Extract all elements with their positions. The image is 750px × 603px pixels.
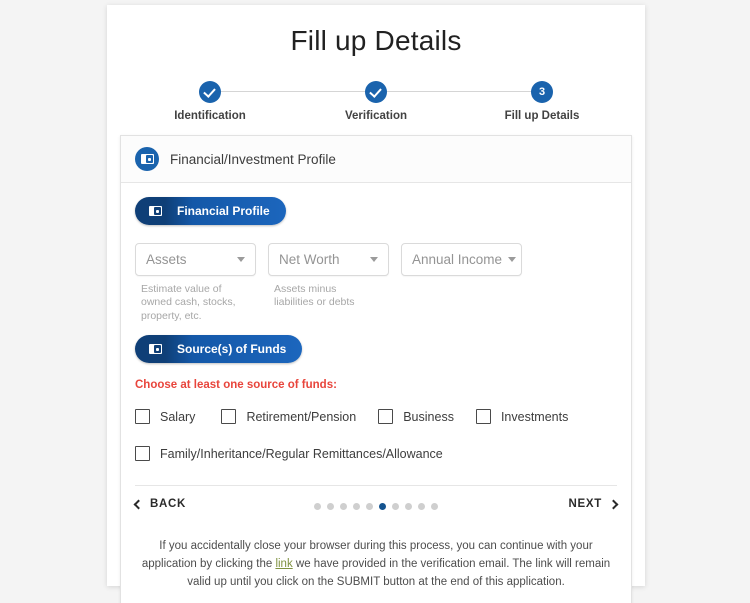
assets-help-text: Estimate value of owned cash, stocks, pr… [141,283,236,322]
financial-profile-badge-label: Financial Profile [177,204,270,218]
pagination-dot[interactable] [431,503,438,511]
chevron-right-icon [608,499,619,510]
pagination-dot[interactable] [392,503,399,511]
disclaimer-text: If you accidentally close your browser d… [135,538,617,591]
sources-of-funds-badge-label: Source(s) of Funds [177,342,287,357]
next-button[interactable]: NEXT [568,498,619,511]
next-button-label: NEXT [568,498,602,511]
wallet-icon [141,197,169,225]
checkbox-label-investments: Investments [500,409,569,424]
financial-investment-panel: Financial/Investment Profile Financial P… [120,135,632,603]
assets-select[interactable]: Assets [135,243,256,276]
stepper-step-verification[interactable]: Verification [321,77,431,122]
check-icon [365,81,387,103]
net-worth-select[interactable]: Net Worth [268,243,389,276]
pagination-dot[interactable] [405,503,412,511]
net-worth-select-value: Net Worth [279,252,340,267]
back-button-label: BACK [150,498,187,511]
stepper-label-identification: Identification [174,110,246,122]
panel-navigation: BACK NEXT [133,485,619,514]
check-icon [199,81,221,103]
checkbox-label-family-inheritance: Family/Inheritance/Regular Remittances/A… [160,446,443,461]
checkbox-item-salary[interactable]: Salary [135,409,196,425]
sources-of-funds-badge: Source(s) of Funds [135,335,303,364]
stepper-step-identification[interactable]: Identification [155,77,265,122]
annual-income-field-group: Annual Income [401,243,522,323]
panel-body: Financial Profile Assets Estimate value … [121,183,631,526]
verification-email-link[interactable]: link [275,558,292,570]
checkbox-item-family-inheritance[interactable]: Family/Inheritance/Regular Remittances/A… [135,446,443,462]
checkbox-business[interactable] [378,409,394,425]
sources-of-funds-options-row-2: Family/Inheritance/Regular Remittances/A… [135,446,617,462]
chevron-down-icon [237,257,245,262]
stepper-label-verification: Verification [345,110,407,122]
assets-select-value: Assets [146,252,187,267]
financial-profile-badge: Financial Profile [135,197,286,225]
back-button[interactable]: BACK [133,498,187,511]
net-worth-help-text: Assets minus liabilities or debts [274,283,355,309]
pagination-dots[interactable] [314,503,438,511]
checkbox-retirement-pension[interactable] [221,409,237,425]
financial-profile-fields: Assets Estimate value of owned cash, sto… [135,243,617,323]
page-title: Fill up Details [290,25,462,56]
annual-income-select[interactable]: Annual Income [401,243,522,276]
wallet-icon [141,335,169,363]
checkbox-salary[interactable] [135,409,150,425]
stepper-step-fill-up-details[interactable]: 3 Fill up Details [487,77,597,122]
checkbox-item-investments[interactable]: Investments [475,409,569,425]
assets-field-group: Assets Estimate value of owned cash, sto… [135,243,256,323]
checkbox-family-inheritance[interactable] [135,446,150,462]
chevron-down-icon [508,257,517,262]
sources-of-funds-options-row-1: Salary Retirement/Pension Business Inves… [135,409,617,425]
chevron-down-icon [370,257,378,262]
page-background: Fill up Details Identification Verificat… [0,0,750,603]
pagination-dot[interactable] [353,503,360,511]
pagination-dot[interactable] [340,503,347,511]
checkbox-investments[interactable] [475,409,491,425]
checkbox-label-business: Business [403,409,454,424]
pagination-dot[interactable] [327,503,334,511]
wallet-icon [135,147,159,171]
checkbox-item-retirement-pension[interactable]: Retirement/Pension [221,409,357,425]
annual-income-select-value: Annual Income [412,252,503,267]
checkbox-label-salary: Salary [160,409,196,424]
sources-of-funds-error: Choose at least one source of funds: [135,379,337,392]
checkbox-item-business[interactable]: Business [378,409,454,425]
panel-header: Financial/Investment Profile [121,136,631,183]
stepper-label-fill-up-details: Fill up Details [504,110,580,122]
application-card: Fill up Details Identification Verificat… [107,5,645,603]
pagination-dot[interactable] [379,503,386,511]
net-worth-field-group: Net Worth Assets minus liabilities or de… [268,243,389,323]
panel-header-title: Financial/Investment Profile [170,151,336,167]
pagination-dot[interactable] [366,503,373,511]
pagination-dot[interactable] [314,503,321,511]
step-number-badge: 3 [531,81,553,103]
progress-stepper: Identification Verification 3 Fill up De… [155,77,597,127]
pagination-dot[interactable] [418,503,425,511]
chevron-left-icon [133,499,144,510]
checkbox-label-retirement-pension: Retirement/Pension [246,409,357,424]
